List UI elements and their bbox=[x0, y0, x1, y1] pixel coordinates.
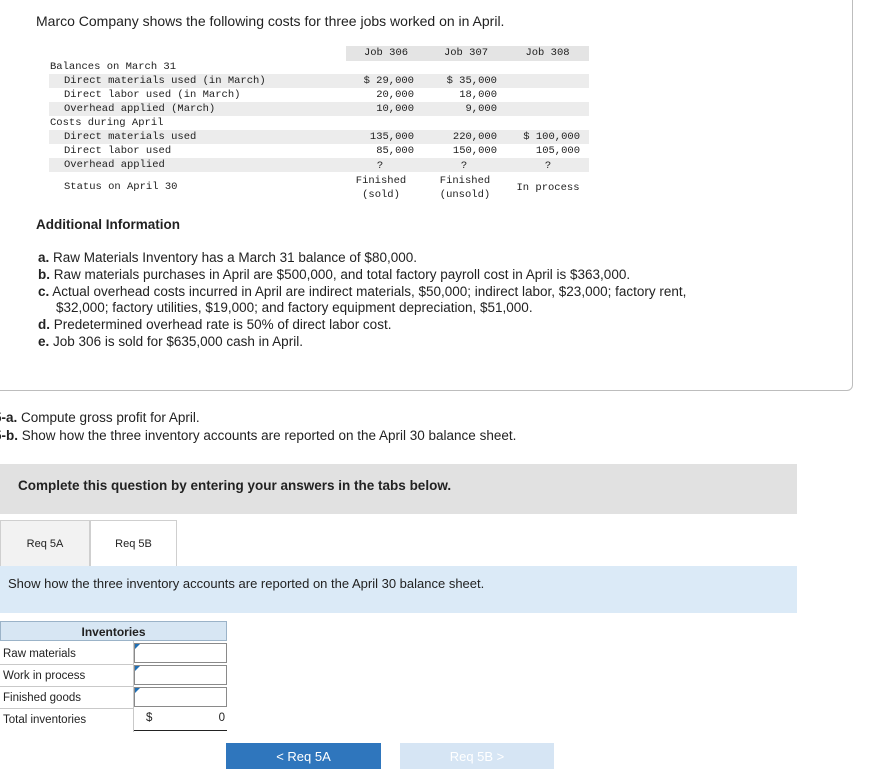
cell-value: 9,000 bbox=[465, 103, 497, 115]
total-currency: $ bbox=[146, 712, 153, 724]
row-label: Direct materials used bbox=[64, 131, 197, 143]
section-label-balances: Balances on March 31 bbox=[50, 61, 177, 73]
row-label: Direct labor used (in March) bbox=[64, 89, 241, 101]
complete-instruction: Complete this question by entering your … bbox=[18, 478, 452, 493]
row-label: Direct materials used (in March) bbox=[64, 75, 266, 87]
cell-value: 150,000 bbox=[452, 145, 497, 157]
total-underline bbox=[134, 730, 227, 731]
section-label-april: Costs during April bbox=[50, 117, 164, 129]
col-header-job-307: Job 307 bbox=[443, 47, 489, 59]
cell-value: 18,000 bbox=[459, 89, 497, 101]
additional-info-title: Additional Information bbox=[36, 217, 180, 232]
row-finished-goods: Finished goods bbox=[0, 687, 133, 709]
row-raw-materials: Raw materials bbox=[0, 643, 133, 665]
status-job-307: Finished (unsold) bbox=[439, 175, 491, 201]
row-total-inventories: Total inventories bbox=[3, 714, 87, 726]
cell-value: 20,000 bbox=[376, 89, 414, 101]
inventories-header: Inventories bbox=[0, 621, 227, 641]
row-label-status: Status on April 30 bbox=[64, 181, 178, 193]
cell-value: ? bbox=[376, 160, 384, 172]
cell-value: 10,000 bbox=[376, 103, 414, 115]
row-label: Overhead applied (March) bbox=[64, 103, 216, 115]
cell-value: 135,000 bbox=[369, 131, 414, 143]
cell-value: ? bbox=[460, 160, 468, 172]
info-item-c: c. Actual overhead costs incurred in Apr… bbox=[38, 284, 687, 299]
info-item-b: b. Raw materials purchases in April are … bbox=[38, 267, 631, 282]
info-item-e: e. Job 306 is sold for $635,000 cash in … bbox=[38, 334, 303, 349]
prev-req-button[interactable]: < Req 5A bbox=[226, 743, 381, 769]
raw-materials-input[interactable] bbox=[134, 643, 227, 663]
requirement-5b: 5-b. Show how the three inventory accoun… bbox=[0, 428, 517, 443]
total-inventories-value: 0 bbox=[218, 712, 225, 724]
status-job-308: In process bbox=[516, 182, 580, 194]
row-label: Overhead applied bbox=[64, 159, 165, 171]
info-item-a: a. Raw Materials Inventory has a March 3… bbox=[38, 250, 417, 265]
requirement-5a: 5-a. Compute gross profit for April. bbox=[0, 410, 200, 425]
cell-value: 220,000 bbox=[452, 131, 497, 143]
instruction-text: Show how the three inventory accounts ar… bbox=[8, 576, 485, 591]
row-work-in-process: Work in process bbox=[0, 665, 133, 687]
status-job-306: Finished (sold) bbox=[355, 175, 407, 201]
row-label: Direct labor used bbox=[64, 145, 172, 157]
cell-value: 105,000 bbox=[535, 145, 580, 157]
tab-req-5b[interactable]: Req 5B bbox=[90, 520, 177, 566]
cell-value: 85,000 bbox=[376, 145, 414, 157]
next-req-button[interactable]: Req 5B > bbox=[400, 743, 554, 769]
cell-value: $ 29,000 bbox=[363, 75, 414, 87]
input-marker-icon bbox=[135, 666, 140, 671]
work-in-process-input[interactable] bbox=[134, 665, 227, 685]
cell-value: $ 35,000 bbox=[446, 75, 497, 87]
info-item-c-cont: $32,000; factory utilities, $19,000; and… bbox=[56, 300, 533, 315]
finished-goods-input[interactable] bbox=[134, 687, 227, 707]
tab-req-5a[interactable]: Req 5A bbox=[0, 520, 90, 566]
cell-value: ? bbox=[544, 160, 552, 172]
intro-text: Marco Company shows the following costs … bbox=[36, 13, 505, 29]
col-header-job-306: Job 306 bbox=[363, 47, 409, 59]
cell-value: $ 100,000 bbox=[523, 131, 580, 143]
info-item-d: d. Predetermined overhead rate is 50% of… bbox=[38, 317, 392, 332]
input-marker-icon bbox=[135, 688, 140, 693]
col-header-job-308: Job 308 bbox=[525, 47, 570, 59]
input-marker-icon bbox=[135, 644, 140, 649]
